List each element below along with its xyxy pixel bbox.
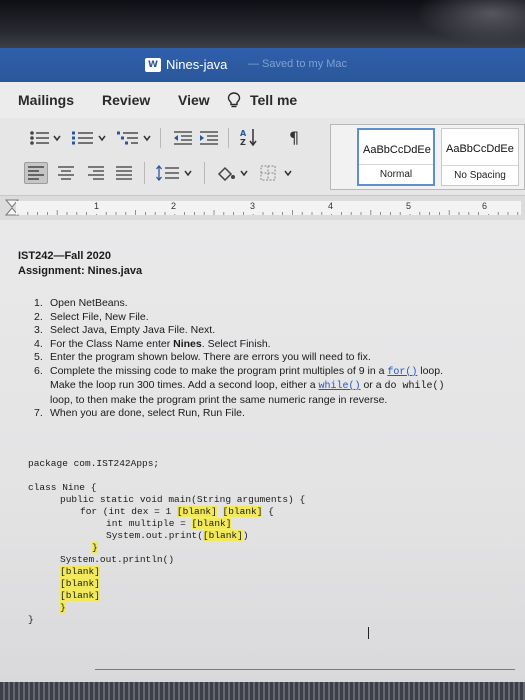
code-blank: [blank] xyxy=(191,518,232,529)
svg-text:Z: Z xyxy=(240,138,246,147)
code-line-blank: [blank] xyxy=(60,578,100,589)
code-line-brace: } xyxy=(28,614,34,625)
pilcrow-icon: ¶ xyxy=(289,128,299,146)
tab-review[interactable]: Review xyxy=(102,92,150,108)
line-spacing-icon xyxy=(156,165,192,181)
increase-indent-button[interactable] xyxy=(198,128,220,148)
ruler-number: 1 xyxy=(94,201,100,211)
svg-text:A: A xyxy=(240,129,247,138)
ruler-ticks xyxy=(17,210,519,215)
code-line-main: public static void main(String arguments… xyxy=(60,494,306,505)
styles-gallery: AaBbCcDdEe Normal AaBbCcDdEe No Spacing xyxy=(330,124,525,190)
align-left-button[interactable] xyxy=(24,162,48,184)
align-right-button[interactable] xyxy=(84,162,108,184)
ribbon-tabs: Mailings Review View Tell me xyxy=(0,82,525,118)
lightbulb-icon[interactable] xyxy=(227,92,241,108)
numbering-icon xyxy=(72,131,106,145)
code-line-multiple: int multiple = [blank] xyxy=(106,518,232,529)
code-line-for: for (int dex = 1 [blank] [blank] { xyxy=(80,506,274,517)
saved-status: — Saved to my Mac xyxy=(248,58,348,70)
sort-button[interactable]: A Z xyxy=(238,126,260,148)
title-bar: W Nines-java — Saved to my Mac xyxy=(0,48,525,82)
text-cursor xyxy=(368,627,369,639)
ribbon-separator xyxy=(144,162,145,184)
style-normal[interactable]: AaBbCcDdEe Normal xyxy=(357,128,435,186)
ruler-number: 3 xyxy=(250,201,256,211)
show-formatting-button[interactable]: ¶ xyxy=(285,126,305,148)
code-line-blank: [blank] xyxy=(60,590,100,601)
code-line-brace: } xyxy=(60,602,66,613)
word-app-icon: W xyxy=(145,58,161,72)
ruler-number: 4 xyxy=(328,201,334,211)
code-blank: [blank] xyxy=(202,530,243,541)
page-bottom-rule xyxy=(95,669,515,670)
bullets-button[interactable] xyxy=(28,128,64,148)
decrease-indent-icon xyxy=(174,131,192,145)
decrease-indent-button[interactable] xyxy=(172,128,194,148)
code-text: int multiple = xyxy=(106,518,192,529)
style-sample: AaBbCcDdEe xyxy=(363,144,431,156)
align-right-icon xyxy=(88,166,104,180)
code-text: for (int dex = 1 xyxy=(80,506,177,517)
ribbon-toolbar: A Z ¶ AaBbCcDdEe Normal AaBbCcDdEe No Sp… xyxy=(0,118,525,196)
code-line-package: package com.IST242Apps; xyxy=(28,458,160,469)
multilevel-list-button[interactable] xyxy=(115,128,155,148)
shading-button[interactable] xyxy=(214,162,254,184)
sort-icon: A Z xyxy=(240,129,257,147)
tab-tell-me[interactable]: Tell me xyxy=(250,92,297,108)
ruler-number: 5 xyxy=(406,201,412,211)
code-text: ) xyxy=(242,530,249,541)
borders-icon xyxy=(260,165,292,181)
code-blank: [blank] xyxy=(60,590,100,601)
code-text: System.out.print( xyxy=(106,530,203,541)
align-center-button[interactable] xyxy=(54,162,78,184)
code-line-brace: } xyxy=(92,542,98,553)
code-line-class: class Nine { xyxy=(28,482,97,493)
code-text: } xyxy=(60,602,66,613)
code-line-println: System.out.println() xyxy=(60,554,175,565)
align-left-icon xyxy=(28,166,44,180)
style-no-spacing[interactable]: AaBbCcDdEe No Spacing xyxy=(441,128,519,186)
keyboard-reflection xyxy=(0,682,525,700)
tab-mailings[interactable]: Mailings xyxy=(18,92,74,108)
style-sample: AaBbCcDdEe xyxy=(446,143,514,155)
line-spacing-button[interactable] xyxy=(154,162,196,184)
document-page[interactable]: IST242—Fall 2020 Assignment: Nines.java … xyxy=(0,220,525,700)
code-blank: [blank] xyxy=(60,578,100,589)
style-name: No Spacing xyxy=(442,165,518,185)
code-blank: [blank] xyxy=(176,506,217,517)
code-text: { xyxy=(262,506,274,517)
ribbon-separator xyxy=(160,128,161,148)
align-center-icon xyxy=(58,166,74,180)
bullets-icon xyxy=(30,131,61,145)
ruler-number: 6 xyxy=(482,201,488,211)
ruler-number: 2 xyxy=(171,201,177,211)
svg-text:¶: ¶ xyxy=(289,128,299,146)
ruler-track: 1 2 3 4 5 6 xyxy=(16,201,521,215)
ribbon-separator xyxy=(228,128,229,148)
code-blank: [blank] xyxy=(60,566,100,577)
document-title: Nines-java xyxy=(166,57,228,72)
screen-glare xyxy=(415,0,525,44)
ribbon-separator xyxy=(204,162,205,184)
style-name: Normal xyxy=(359,164,433,184)
code-blank: [blank] xyxy=(222,506,263,517)
ruler: 1 2 3 4 5 6 xyxy=(0,196,525,220)
borders-button[interactable] xyxy=(258,162,298,184)
justify-icon xyxy=(116,166,132,180)
tab-view[interactable]: View xyxy=(178,92,210,108)
increase-indent-icon xyxy=(200,131,218,145)
multilevel-list-icon xyxy=(117,131,151,145)
code-line-blank: [blank] xyxy=(60,566,100,577)
justify-button[interactable] xyxy=(112,162,136,184)
shading-icon xyxy=(217,166,248,181)
code-block: package com.IST242Apps; class Nine { pub… xyxy=(0,220,525,700)
code-text: } xyxy=(92,542,98,553)
numbering-button[interactable] xyxy=(70,128,110,148)
code-line-print: System.out.print([blank]) xyxy=(106,530,249,541)
